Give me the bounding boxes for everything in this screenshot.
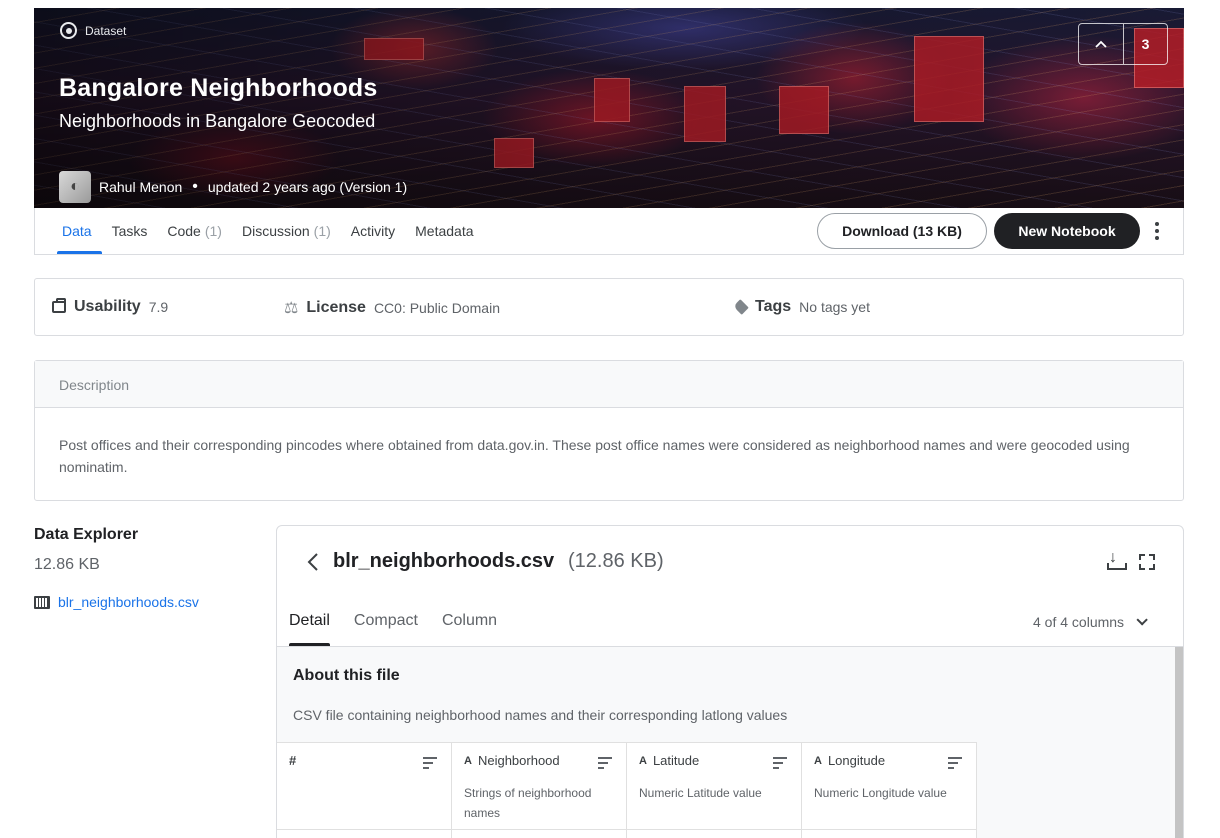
- dataset-badge: Dataset: [60, 22, 126, 39]
- updated-text: updated 2 years ago (Version 1): [207, 179, 408, 195]
- chevron-down-icon: [1136, 614, 1148, 626]
- tags-label: Tags: [755, 298, 792, 315]
- author-line: ◐ Rahul Menon • updated 2 years ago (Ver…: [59, 171, 407, 203]
- back-arrow-icon[interactable]: [307, 552, 319, 572]
- dataset-info-box: Usability 7.9 ⚖ License CC0: Public Doma…: [34, 278, 1184, 336]
- column-card-index[interactable]: #: [277, 743, 452, 838]
- tab-label: Activity: [350, 223, 396, 239]
- tab-compact[interactable]: Compact: [354, 608, 418, 646]
- hash-icon: #: [289, 753, 297, 768]
- column-name: Neighborhood: [477, 753, 560, 768]
- author-name[interactable]: Rahul Menon: [99, 179, 182, 195]
- column-card-longitude[interactable]: A Longitude Numeric Longitude value: [802, 743, 977, 838]
- string-type-icon: A: [464, 754, 472, 767]
- about-file-title: About this file: [293, 667, 400, 684]
- tab-column[interactable]: Column: [442, 608, 497, 646]
- new-notebook-button[interactable]: New Notebook: [994, 213, 1140, 249]
- avatar[interactable]: ◐: [59, 171, 91, 203]
- tab-count: (1): [313, 223, 331, 239]
- file-preview-panel: blr_neighborhoods.csv (12.86 KB) Detail …: [276, 525, 1184, 838]
- upvote-control: 3: [1078, 23, 1168, 65]
- tab-label: Metadata: [415, 223, 474, 239]
- upvote-button[interactable]: [1079, 24, 1124, 64]
- column-header: A Neighborhood: [464, 753, 560, 768]
- data-explorer-size: 12.86 KB: [34, 556, 100, 573]
- tags-value: No tags yet: [799, 299, 870, 315]
- string-type-icon: A: [639, 754, 647, 767]
- column-selector-label: 4 of 4 columns: [1033, 614, 1125, 630]
- license-value[interactable]: CC0: Public Domain: [374, 300, 500, 316]
- about-file-text: CSV file containing neighborhood names a…: [293, 707, 788, 723]
- tab-count: (1): [204, 223, 222, 239]
- file-name: blr_neighborhoods.csv: [333, 550, 555, 572]
- dataset-icon: [60, 22, 77, 39]
- tab-label: Code: [167, 223, 201, 239]
- more-options-icon[interactable]: [1149, 220, 1165, 242]
- dataset-tabs: Data Tasks Code (1) Discussion (1) Activ…: [57, 208, 484, 254]
- download-button[interactable]: Download (13 KB): [817, 213, 987, 249]
- file-view-tabs: Detail Compact Column: [289, 608, 497, 646]
- description-text: Post offices and their corresponding pin…: [59, 437, 1130, 475]
- column-selector[interactable]: 4 of 4 columns: [1033, 614, 1148, 630]
- tab-data[interactable]: Data: [57, 208, 102, 254]
- tab-activity[interactable]: Activity: [341, 208, 405, 254]
- column-card-neighborhood[interactable]: A Neighborhood Strings of neighborhood n…: [452, 743, 627, 838]
- fullscreen-icon[interactable]: [1139, 554, 1155, 570]
- column-grid: # A Neighborhood Strings of neighborhood…: [277, 742, 977, 838]
- column-description: Numeric Longitude value: [814, 786, 947, 800]
- separator-dot: •: [192, 178, 198, 195]
- column-header: A Longitude: [814, 753, 885, 768]
- tab-discussion[interactable]: Discussion (1): [232, 208, 341, 254]
- column-name: Latitude: [652, 753, 700, 768]
- download-file-icon[interactable]: [1106, 549, 1127, 572]
- tab-label: Discussion: [241, 223, 310, 239]
- scrollbar[interactable]: [1175, 647, 1183, 838]
- sort-icon[interactable]: [948, 757, 962, 772]
- table-icon: [34, 595, 50, 609]
- usability-info[interactable]: Usability 7.9: [52, 298, 168, 316]
- tab-label: Tasks: [111, 223, 148, 239]
- dataset-title: Bangalore Neighborhoods: [59, 74, 378, 102]
- column-description: Strings of neighborhood names: [464, 786, 592, 820]
- dataset-badge-label: Dataset: [85, 23, 127, 38]
- usability-value: 7.9: [148, 299, 169, 315]
- tab-detail[interactable]: Detail: [289, 608, 330, 646]
- grid-divider: [277, 829, 977, 830]
- sort-icon[interactable]: [423, 757, 437, 772]
- description-section: Description Post offices and their corre…: [34, 360, 1184, 501]
- tags-info: Tags No tags yet: [733, 298, 870, 316]
- scale-icon: ⚖: [284, 300, 299, 317]
- tab-label: Data: [62, 223, 92, 239]
- chevron-up-icon: [1095, 40, 1107, 48]
- data-explorer-file[interactable]: blr_neighborhoods.csv: [34, 594, 199, 610]
- license-info: ⚖ License CC0: Public Domain: [284, 298, 500, 318]
- upvote-count[interactable]: 3: [1124, 24, 1167, 64]
- column-card-latitude[interactable]: A Latitude Numeric Latitude value: [627, 743, 802, 838]
- dataset-subtitle: Neighborhoods in Bangalore Geocoded: [59, 111, 376, 131]
- description-header: Description: [35, 361, 1183, 408]
- file-link[interactable]: blr_neighborhoods.csv: [58, 594, 199, 610]
- usability-label: Usability: [74, 298, 141, 315]
- data-explorer-title: Data Explorer: [34, 526, 139, 543]
- column-name: Longitude: [827, 753, 886, 768]
- tab-metadata[interactable]: Metadata: [405, 208, 483, 254]
- column-header: #: [289, 753, 302, 768]
- dataset-tab-bar: Data Tasks Code (1) Discussion (1) Activ…: [34, 208, 1184, 255]
- file-size: (12.86 KB): [568, 550, 664, 572]
- tab-tasks[interactable]: Tasks: [102, 208, 158, 254]
- tab-code[interactable]: Code (1): [157, 208, 232, 254]
- about-file-section: About this file CSV file containing neig…: [277, 646, 1183, 838]
- column-header: A Latitude: [639, 753, 699, 768]
- briefcase-icon: [52, 298, 66, 313]
- column-description: Numeric Latitude value: [639, 786, 762, 800]
- sort-icon[interactable]: [598, 757, 612, 772]
- sort-icon[interactable]: [773, 757, 787, 772]
- tag-icon: [733, 299, 749, 315]
- license-label: License: [306, 299, 366, 316]
- string-type-icon: A: [814, 754, 822, 767]
- dataset-hero-banner: Dataset Bangalore Neighborhoods Neighbor…: [34, 8, 1184, 208]
